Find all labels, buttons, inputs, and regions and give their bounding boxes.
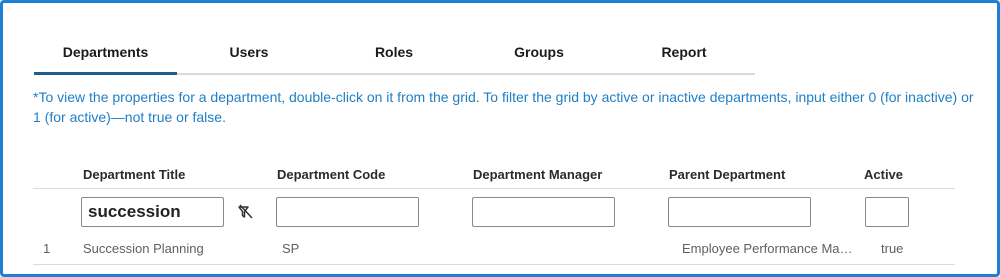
department-title-filter-input[interactable] [81, 197, 224, 227]
row-number: 1 [43, 241, 51, 256]
tab-departments[interactable]: Departments [34, 43, 177, 75]
parent-department-filter-input[interactable] [668, 197, 811, 227]
cell-active[interactable]: true [881, 241, 903, 256]
tab-groups[interactable]: Groups [504, 43, 574, 73]
active-filter-input[interactable] [865, 197, 909, 227]
department-manager-filter-input[interactable] [472, 197, 615, 227]
clear-filter-icon[interactable] [237, 203, 255, 221]
cell-department-code[interactable]: SP [282, 241, 299, 256]
table-row[interactable]: 1 Succession Planning SP Employee Perfor… [33, 231, 955, 265]
departments-grid: Department Title Department Code Departm… [33, 163, 955, 268]
tab-report[interactable]: Report [649, 43, 719, 73]
department-code-filter-input[interactable] [276, 197, 419, 227]
grid-header: Department Title Department Code Departm… [33, 163, 955, 189]
column-header-department-code[interactable]: Department Code [277, 167, 385, 182]
cell-parent-department[interactable]: Employee Performance Management [682, 241, 858, 256]
app-frame: Departments Users Roles Groups Report *T… [0, 0, 1000, 277]
tab-users[interactable]: Users [214, 43, 284, 73]
column-header-active[interactable]: Active [864, 167, 903, 182]
filter-row [33, 190, 955, 230]
column-header-parent-department[interactable]: Parent Department [669, 167, 785, 182]
grid-instruction-text: *To view the properties for a department… [33, 89, 974, 125]
column-header-department-title[interactable]: Department Title [83, 167, 185, 182]
cell-department-title[interactable]: Succession Planning [83, 241, 204, 256]
tab-roles[interactable]: Roles [359, 43, 429, 73]
tab-bar: Departments Users Roles Groups Report [34, 43, 755, 75]
column-header-department-manager[interactable]: Department Manager [473, 167, 602, 182]
